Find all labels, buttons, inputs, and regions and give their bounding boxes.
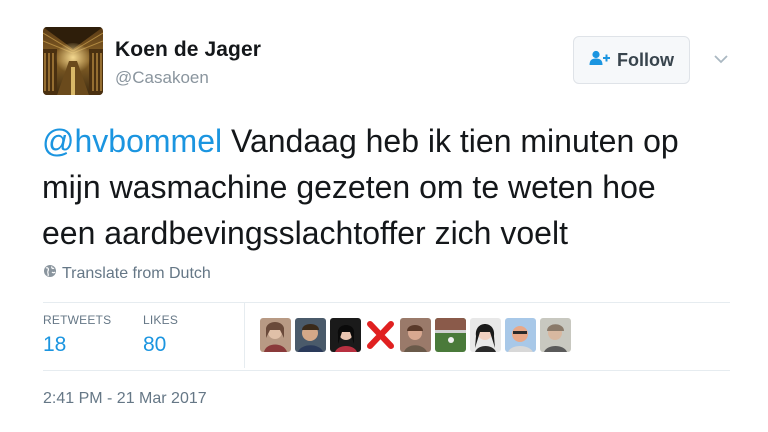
chevron-down-icon[interactable] bbox=[712, 52, 730, 66]
translate-label: Translate from Dutch bbox=[62, 264, 211, 282]
tweet-timestamp[interactable]: 2:41 PM - 21 Mar 2017 bbox=[43, 390, 207, 408]
liker-avatar[interactable] bbox=[295, 318, 326, 352]
liker-avatar[interactable] bbox=[400, 318, 431, 352]
globe-icon bbox=[43, 264, 57, 283]
likers-avatars bbox=[260, 318, 571, 352]
likes-label: LIKES bbox=[143, 313, 179, 327]
follow-button-label: Follow bbox=[617, 49, 674, 70]
liker-avatar[interactable] bbox=[470, 318, 501, 352]
divider-bottom bbox=[43, 370, 730, 371]
retweets-stat[interactable]: RETWEETS 18 bbox=[43, 313, 111, 357]
retweets-label: RETWEETS bbox=[43, 313, 112, 327]
retweets-count[interactable]: 18 bbox=[43, 333, 111, 357]
likes-stat[interactable]: LIKES 80 bbox=[143, 313, 178, 357]
liker-avatar[interactable] bbox=[365, 318, 396, 352]
tweet-text: @hvbommel Vandaag heb ik tien minuten op… bbox=[42, 118, 732, 256]
tweet-text-line-3: een aardbevingsslachtoffer zich voelt bbox=[42, 215, 568, 251]
translate-link[interactable]: Translate from Dutch bbox=[43, 264, 211, 283]
stats-separator bbox=[244, 303, 245, 368]
mention-link[interactable]: @hvbommel bbox=[42, 123, 222, 159]
user-handle[interactable]: @Casakoen bbox=[115, 68, 209, 88]
likes-count[interactable]: 80 bbox=[143, 333, 178, 357]
liker-avatar[interactable] bbox=[540, 318, 571, 352]
tweet-text-line-2: mijn wasmachine gezeten om te weten hoe bbox=[42, 169, 656, 205]
avatar[interactable] bbox=[43, 27, 103, 95]
divider-top bbox=[43, 302, 730, 303]
liker-avatar[interactable] bbox=[435, 318, 466, 352]
liker-avatar[interactable] bbox=[330, 318, 361, 352]
add-user-icon bbox=[589, 50, 611, 71]
liker-avatar[interactable] bbox=[260, 318, 291, 352]
liker-avatar[interactable] bbox=[505, 318, 536, 352]
tweet-text-line-1: Vandaag heb ik tien minuten op bbox=[222, 123, 679, 159]
tweet-card: Koen de Jager @Casakoen Follow @hvbommel… bbox=[0, 0, 768, 432]
user-name[interactable]: Koen de Jager bbox=[115, 38, 261, 62]
follow-button[interactable]: Follow bbox=[573, 36, 690, 84]
